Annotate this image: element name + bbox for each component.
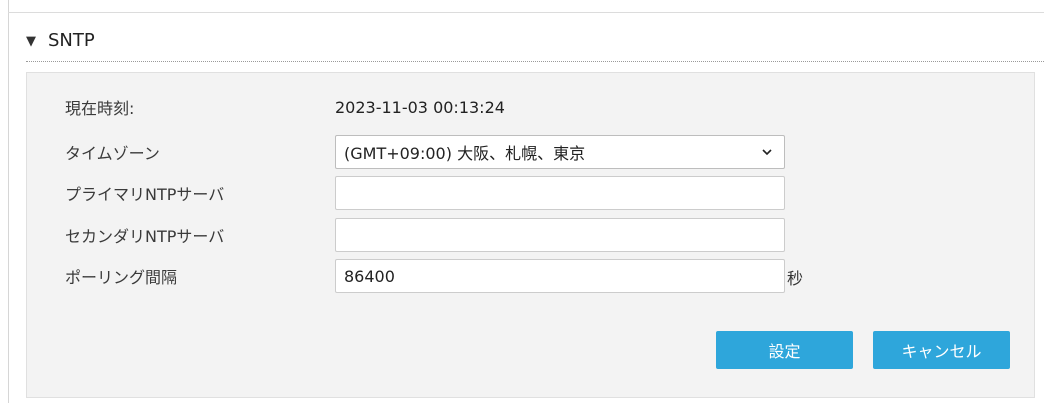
header-divider	[26, 61, 1044, 62]
section-title: SNTP	[48, 29, 95, 51]
polling-interval-row: ポーリング間隔 86400 秒	[65, 259, 803, 293]
secondary-ntp-row: セカンダリNTPサーバ	[65, 218, 785, 252]
primary-ntp-label: プライマリNTPサーバ	[65, 185, 225, 204]
primary-ntp-row: プライマリNTPサーバ	[65, 176, 785, 210]
secondary-ntp-input[interactable]	[335, 218, 785, 252]
polling-unit-label: 秒	[787, 269, 804, 288]
primary-ntp-input[interactable]	[335, 176, 785, 210]
current-time-value: 2023-11-03 00:13:24	[335, 97, 505, 117]
current-time-row: 現在時刻: 2023-11-03 00:13:24	[65, 90, 505, 124]
timezone-label: タイムゾーン	[65, 144, 160, 163]
timezone-select[interactable]: (GMT+09:00) 大阪、札幌、東京	[335, 135, 785, 169]
timezone-selected-value: (GMT+09:00) 大阪、札幌、東京	[344, 144, 586, 163]
timezone-row: タイムゾーン (GMT+09:00) 大阪、札幌、東京	[65, 135, 785, 169]
top-border	[8, 12, 1044, 13]
polling-interval-label: ポーリング間隔	[65, 268, 178, 287]
sntp-section-header[interactable]: ▼ SNTP	[26, 20, 95, 60]
cancel-button[interactable]: キャンセル	[873, 331, 1010, 369]
chevron-down-icon	[762, 149, 772, 156]
left-border	[8, 0, 9, 403]
secondary-ntp-label: セカンダリNTPサーバ	[65, 227, 225, 246]
polling-interval-input[interactable]: 86400	[335, 259, 785, 293]
current-time-label: 現在時刻:	[65, 99, 135, 118]
collapse-triangle-icon[interactable]: ▼	[26, 34, 36, 49]
sntp-settings-panel: 現在時刻: 2023-11-03 00:13:24 タイムゾーン (GMT+09…	[26, 72, 1035, 398]
apply-button[interactable]: 設定	[716, 331, 853, 369]
